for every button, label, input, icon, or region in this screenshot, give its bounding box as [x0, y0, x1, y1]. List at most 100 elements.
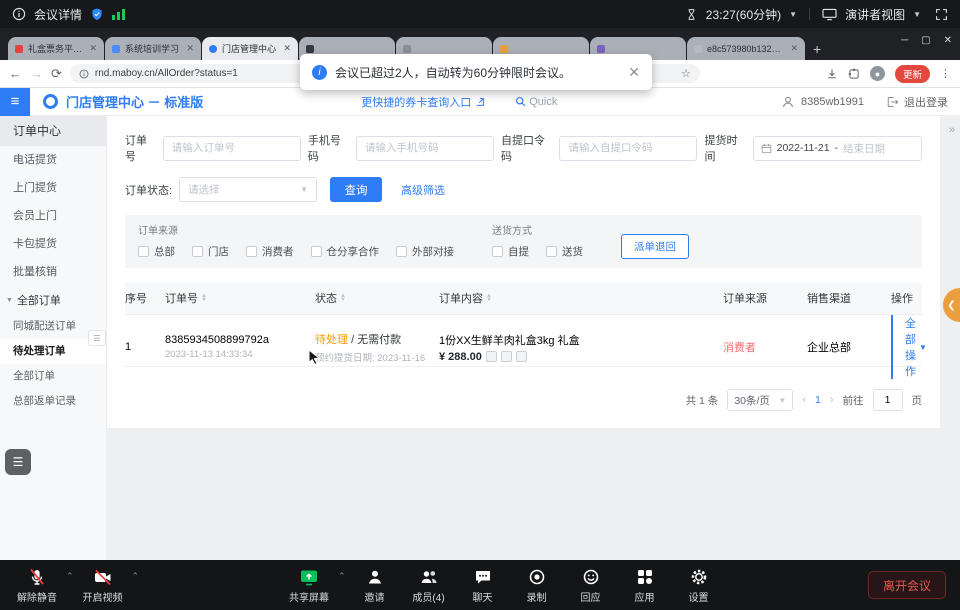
tab-close-icon[interactable]: ✕ [186, 43, 194, 54]
reactions-button[interactable]: 回应 [564, 567, 618, 604]
goto-label: 前往 [843, 393, 864, 408]
dispatch-return-button[interactable]: 派单退回 [621, 234, 689, 259]
prev-page-icon[interactable]: ‹ [802, 394, 806, 406]
minimize-icon[interactable]: ─ [901, 35, 908, 46]
checkbox-icon[interactable] [192, 246, 203, 257]
username[interactable]: 8385wb1991 [801, 96, 864, 108]
share-chevron-up-icon[interactable]: ⌃ [338, 571, 346, 582]
search-button[interactable]: 查询 [330, 177, 382, 202]
all-actions-dropdown[interactable]: 全部操作 [905, 315, 916, 379]
page-size-select[interactable]: 30条/页 ▼ [727, 389, 793, 411]
leave-meeting-button[interactable]: 离开会议 [868, 571, 946, 599]
banner-close-icon[interactable]: ✕ [628, 64, 640, 81]
network-signal-icon[interactable] [112, 8, 125, 20]
browser-tab[interactable]: 礼盒票务平台管理中心✕ [8, 37, 104, 60]
mute-chevron-up-icon[interactable]: ⌃ [66, 571, 74, 582]
chat-button[interactable]: 聊天 [456, 567, 510, 604]
sidebar-item-hq-return-records[interactable]: 总部返单记录 [0, 389, 106, 414]
checkbox-icon[interactable] [546, 246, 557, 257]
app-header-right: 8385wb1991 退出登录 [781, 94, 960, 110]
view-chevron-down-icon[interactable]: ▼ [913, 10, 921, 19]
apps-button[interactable]: 应用 [618, 567, 672, 604]
browser-tab[interactable]: e8c573980b1328a258fd2e6✕ [687, 37, 805, 60]
security-shield-icon[interactable] [90, 7, 104, 22]
sidebar-item-member-visit[interactable]: 会员上门 [0, 202, 106, 230]
checkbox-icon[interactable] [246, 246, 257, 257]
header-content[interactable]: 订单内容▲▼ [439, 290, 723, 306]
header-status[interactable]: 状态▲▼ [315, 290, 439, 306]
view-mode-label[interactable]: 演讲者视图 [845, 6, 905, 23]
logout-button[interactable]: 退出登录 [904, 94, 948, 110]
browser-profile-avatar[interactable]: ● [870, 66, 885, 81]
video-chevron-up-icon[interactable]: ⌃ [132, 571, 140, 582]
header-order-no[interactable]: 订单号▲▼ [165, 290, 315, 306]
order-no-input[interactable] [163, 136, 301, 161]
sidebar-item-phone-pickup[interactable]: 电话提货 [0, 146, 106, 174]
panel-collapse-icon[interactable]: » [949, 124, 955, 136]
checkbox-external[interactable]: 外部对接 [396, 244, 454, 259]
checkbox-hq[interactable]: 总部 [138, 244, 175, 259]
checkbox-icon[interactable] [138, 246, 149, 257]
sidebar-drag-handle[interactable]: ☰ [88, 330, 106, 346]
checkbox-share-coop[interactable]: 仓分享合作 [311, 244, 380, 259]
sidebar-item-all-orders[interactable]: 全部订单 [0, 364, 106, 389]
close-window-icon[interactable]: ✕ [944, 35, 952, 46]
meeting-details-label[interactable]: 会议详情 [34, 6, 82, 23]
advanced-filter-link[interactable]: 高级筛选 [401, 182, 445, 198]
sidebar-item-card-pickup[interactable]: 卡包提货 [0, 230, 106, 258]
maximize-icon[interactable]: ▢ [921, 35, 930, 46]
sort-icon[interactable]: ▲▼ [486, 294, 492, 303]
sort-icon[interactable]: ▲▼ [201, 294, 207, 303]
current-page[interactable]: 1 [815, 394, 821, 406]
menu-burger-button[interactable]: ≡ [0, 88, 30, 116]
fullscreen-icon[interactable] [935, 8, 948, 21]
checkbox-icon[interactable] [492, 246, 503, 257]
checkbox-icon[interactable] [396, 246, 407, 257]
bookmark-star-icon[interactable]: ☆ [681, 67, 691, 80]
settings-button[interactable]: 设置 [672, 567, 726, 604]
date-range-picker[interactable]: 2022-11-21 - 结束日期 [753, 136, 922, 161]
record-button[interactable]: 录制 [510, 567, 564, 604]
browser-tab-active[interactable]: 门店管理中心✕ [202, 37, 298, 60]
goto-page-input[interactable] [873, 389, 903, 411]
floating-menu-widget[interactable]: ☰ [5, 449, 31, 475]
sidebar-item-door-pickup[interactable]: 上门提货 [0, 174, 106, 202]
checkbox-icon[interactable] [311, 246, 322, 257]
unmute-button[interactable]: 解除静音 [10, 567, 64, 604]
site-info-icon[interactable] [79, 69, 89, 79]
checkbox-consumer[interactable]: 消费者 [246, 244, 294, 259]
order-status-select[interactable]: 请选择 ▼ [179, 177, 317, 202]
download-icon[interactable] [826, 68, 838, 80]
phone-input[interactable] [356, 136, 494, 161]
share-screen-button[interactable]: 共享屏幕 [282, 567, 336, 604]
quick-search-entry[interactable]: Quick [515, 96, 557, 108]
invite-button[interactable]: 邀请 [348, 567, 402, 604]
sort-icon[interactable]: ▲▼ [340, 294, 346, 303]
tab-close-icon[interactable]: ✕ [790, 43, 798, 54]
forward-icon[interactable]: → [30, 67, 43, 80]
sidebar-item-batch-verify[interactable]: 批量核销 [0, 258, 106, 286]
start-video-button[interactable]: 开启视频 [76, 567, 130, 604]
checkbox-store[interactable]: 门店 [192, 244, 229, 259]
reload-icon[interactable]: ⟳ [51, 67, 62, 80]
checkbox-self-pickup[interactable]: 自提 [492, 244, 529, 259]
browser-tab[interactable]: 系统培训学习✕ [105, 37, 201, 60]
coupon-query-link[interactable]: 更快捷的券卡查询入口 [361, 94, 485, 110]
members-button[interactable]: 成员(4) [402, 567, 456, 604]
new-tab-button[interactable]: + [813, 41, 821, 57]
tab-favicon [112, 45, 120, 53]
meeting-timer[interactable]: 23:27(60分钟) [706, 6, 781, 23]
extensions-puzzle-icon[interactable] [848, 68, 860, 80]
back-icon[interactable]: ← [9, 67, 22, 80]
browser-menu-icon[interactable]: ⋮ [940, 67, 951, 80]
sidebar-group-all-orders[interactable]: ▼ 全部订单 [0, 286, 106, 314]
next-page-icon[interactable]: › [830, 394, 834, 406]
timer-chevron-down-icon[interactable]: ▼ [789, 10, 797, 19]
tab-close-icon[interactable]: ✕ [283, 43, 291, 54]
code-input[interactable] [559, 136, 697, 161]
view-mode-icon [822, 8, 837, 21]
checkbox-delivery[interactable]: 送货 [546, 244, 583, 259]
tab-close-icon[interactable]: ✕ [89, 43, 97, 54]
chrome-update-button[interactable]: 更新 [895, 65, 930, 83]
table-row: 1 8385934508899792a 2023-11-13 14:33:34 … [125, 315, 922, 367]
